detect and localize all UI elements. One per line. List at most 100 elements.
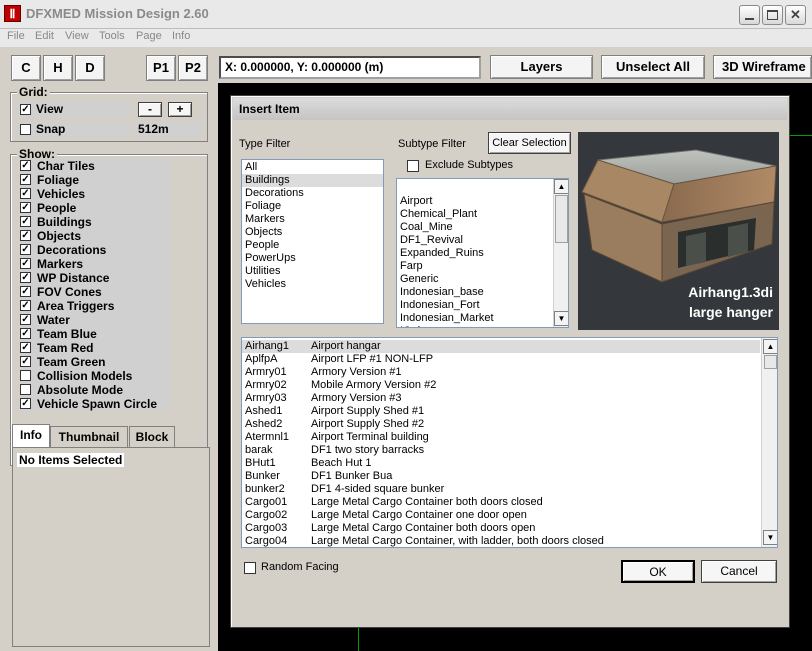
show-checkbox[interactable]: ✓ bbox=[20, 216, 31, 227]
show-checkbox[interactable]: ✓ bbox=[20, 160, 31, 171]
show-item-area-triggers[interactable]: ✓ Area Triggers bbox=[20, 299, 170, 313]
clear-selection-button[interactable]: Clear Selection bbox=[488, 132, 571, 154]
subtype-filter-item[interactable]: Farp bbox=[397, 260, 552, 273]
item-list-scrollbar[interactable]: ▲ ▼ bbox=[761, 338, 777, 547]
type-filter-item[interactable]: PowerUps bbox=[242, 252, 383, 265]
show-checkbox[interactable]: ✓ bbox=[20, 244, 31, 255]
table-row[interactable]: Cargo02 Large Metal Cargo Container one d… bbox=[242, 509, 760, 522]
subtype-filter-item[interactable]: Indonesian_Market bbox=[397, 312, 552, 325]
menu-info[interactable]: Info bbox=[172, 30, 190, 42]
show-checkbox[interactable]: ✓ bbox=[20, 174, 31, 185]
show-checkbox[interactable] bbox=[20, 370, 31, 381]
3d-wireframe-button[interactable]: 3D Wireframe bbox=[713, 55, 812, 79]
menu-page[interactable]: Page bbox=[136, 30, 162, 42]
show-checkbox[interactable]: ✓ bbox=[20, 314, 31, 325]
type-filter-item[interactable]: Decorations bbox=[242, 187, 383, 200]
close-button[interactable]: ✕ bbox=[785, 5, 806, 25]
show-item-foliage[interactable]: ✓ Foliage bbox=[20, 173, 170, 187]
table-row[interactable]: Atermnl1 Airport Terminal building bbox=[242, 431, 760, 444]
table-row[interactable]: Cargo01 Large Metal Cargo Container both … bbox=[242, 496, 760, 509]
type-filter-item[interactable]: Buildings bbox=[242, 174, 383, 187]
show-item-fov-cones[interactable]: ✓ FOV Cones bbox=[20, 285, 170, 299]
grid-plus-button[interactable]: + bbox=[168, 102, 192, 117]
type-filter-item[interactable]: Objects bbox=[242, 226, 383, 239]
show-item-collision-models[interactable]: Collision Models bbox=[20, 369, 170, 383]
show-item-vehicle-spawn-circle[interactable]: ✓ Vehicle Spawn Circle bbox=[20, 397, 170, 411]
show-checkbox[interactable] bbox=[20, 384, 31, 395]
show-checkbox[interactable]: ✓ bbox=[20, 328, 31, 339]
table-row[interactable]: Ashed1 Airport Supply Shed #1 bbox=[242, 405, 760, 418]
show-checkbox[interactable]: ✓ bbox=[20, 258, 31, 269]
tab-info[interactable]: Info bbox=[12, 424, 50, 448]
scroll-thumb[interactable] bbox=[555, 195, 568, 243]
app-logo-icon[interactable]: Ⅱ bbox=[4, 5, 21, 22]
table-row[interactable]: BHut1 Beach Hut 1 bbox=[242, 457, 760, 470]
table-row[interactable]: Airhang1 Airport hangar bbox=[242, 340, 760, 353]
subtype-filter-item[interactable]: DF1_Revival bbox=[397, 234, 552, 247]
type-filter-item[interactable]: Vehicles bbox=[242, 278, 383, 291]
table-row[interactable]: Armry01 Armory Version #1 bbox=[242, 366, 760, 379]
show-item-buildings[interactable]: ✓ Buildings bbox=[20, 215, 170, 229]
show-item-objects[interactable]: ✓ Objects bbox=[20, 229, 170, 243]
show-item-team-red[interactable]: ✓ Team Red bbox=[20, 341, 170, 355]
table-row[interactable]: Bunker DF1 Bunker Bua bbox=[242, 470, 760, 483]
subtype-filter-item[interactable]: Chemical_Plant bbox=[397, 208, 552, 221]
scroll-up-arrow-icon[interactable]: ▲ bbox=[554, 179, 568, 194]
unselect-all-button[interactable]: Unselect All bbox=[601, 55, 705, 79]
show-item-vehicles[interactable]: ✓ Vehicles bbox=[20, 187, 170, 201]
item-scroll-down-arrow-icon[interactable]: ▼ bbox=[763, 530, 777, 545]
show-item-char-tiles[interactable]: ✓ Char Tiles bbox=[20, 159, 170, 173]
item-list[interactable]: Airhang1 Airport hangar AplfpA Airport LFP … bbox=[241, 337, 778, 548]
table-row[interactable]: AplfpA Airport LFP #1 NON-LFP bbox=[242, 353, 760, 366]
type-filter-item[interactable]: Foliage bbox=[242, 200, 383, 213]
exclude-subtypes-checkbox[interactable] bbox=[407, 160, 419, 172]
grid-minus-button[interactable]: - bbox=[138, 102, 162, 117]
page-p1-button[interactable]: P1 bbox=[146, 55, 176, 81]
table-row[interactable]: Armry02 Mobile Armory Version #2 bbox=[242, 379, 760, 392]
tab-block[interactable]: Block bbox=[129, 426, 175, 448]
menu-tools[interactable]: Tools bbox=[99, 30, 125, 42]
table-row[interactable]: barak DF1 two story barracks bbox=[242, 444, 760, 457]
show-item-decorations[interactable]: ✓ Decorations bbox=[20, 243, 170, 257]
view-h-button[interactable]: H bbox=[43, 55, 73, 81]
table-row[interactable]: Ashed2 Airport Supply Shed #2 bbox=[242, 418, 760, 431]
show-item-wp-distance[interactable]: ✓ WP Distance bbox=[20, 271, 170, 285]
show-item-absolute-mode[interactable]: Absolute Mode bbox=[20, 383, 170, 397]
ok-button[interactable]: OK bbox=[621, 560, 695, 583]
show-checkbox[interactable]: ✓ bbox=[20, 272, 31, 283]
item-scroll-thumb[interactable] bbox=[764, 355, 777, 369]
type-filter-item[interactable]: Markers bbox=[242, 213, 383, 226]
subtype-filter-item[interactable]: Indonesian_base bbox=[397, 286, 552, 299]
grid-view-row[interactable]: ✓ View bbox=[18, 102, 130, 117]
table-row[interactable]: Cargo04 Large Metal Cargo Container, with… bbox=[242, 535, 760, 547]
table-row[interactable]: Cargo03 Large Metal Cargo Container both … bbox=[242, 522, 760, 535]
type-filter-item[interactable]: Utilities bbox=[242, 265, 383, 278]
subtype-filter-list[interactable]: Airport Chemical_Plant Coal_Mine DF1_Reviva… bbox=[396, 178, 569, 328]
layers-button[interactable]: Layers bbox=[490, 55, 593, 79]
show-checkbox[interactable]: ✓ bbox=[20, 230, 31, 241]
grid-snap-row[interactable]: Snap bbox=[18, 122, 130, 137]
grid-snap-checkbox[interactable] bbox=[20, 124, 31, 135]
show-checkbox[interactable]: ✓ bbox=[20, 342, 31, 353]
table-row[interactable]: bunker2 DF1 4-sided square bunker bbox=[242, 483, 760, 496]
subtype-filter-item[interactable]: Indonesian_Fort bbox=[397, 299, 552, 312]
minimize-button[interactable] bbox=[739, 5, 760, 25]
scroll-down-arrow-icon[interactable]: ▼ bbox=[554, 311, 568, 326]
type-filter-item[interactable]: All bbox=[242, 161, 383, 174]
show-checkbox[interactable]: ✓ bbox=[20, 300, 31, 311]
grid-view-checkbox[interactable]: ✓ bbox=[20, 104, 31, 115]
page-p2-button[interactable]: P2 bbox=[178, 55, 208, 81]
subtype-filter-item[interactable]: Expanded_Ruins bbox=[397, 247, 552, 260]
show-checkbox[interactable]: ✓ bbox=[20, 202, 31, 213]
show-checkbox[interactable]: ✓ bbox=[20, 188, 31, 199]
snap-value[interactable]: 512m bbox=[134, 122, 202, 137]
subtype-filter-item[interactable]: IO_base bbox=[397, 325, 552, 327]
table-row[interactable]: Armry03 Armory Version #3 bbox=[242, 392, 760, 405]
maximize-button[interactable] bbox=[762, 5, 783, 25]
cancel-button[interactable]: Cancel bbox=[701, 560, 777, 583]
type-filter-list[interactable]: All Buildings Decorations Foliage Markers Obj… bbox=[241, 159, 384, 324]
show-item-people[interactable]: ✓ People bbox=[20, 201, 170, 215]
view-c-button[interactable]: C bbox=[11, 55, 41, 81]
view-d-button[interactable]: D bbox=[75, 55, 105, 81]
menu-edit[interactable]: Edit bbox=[35, 30, 54, 42]
